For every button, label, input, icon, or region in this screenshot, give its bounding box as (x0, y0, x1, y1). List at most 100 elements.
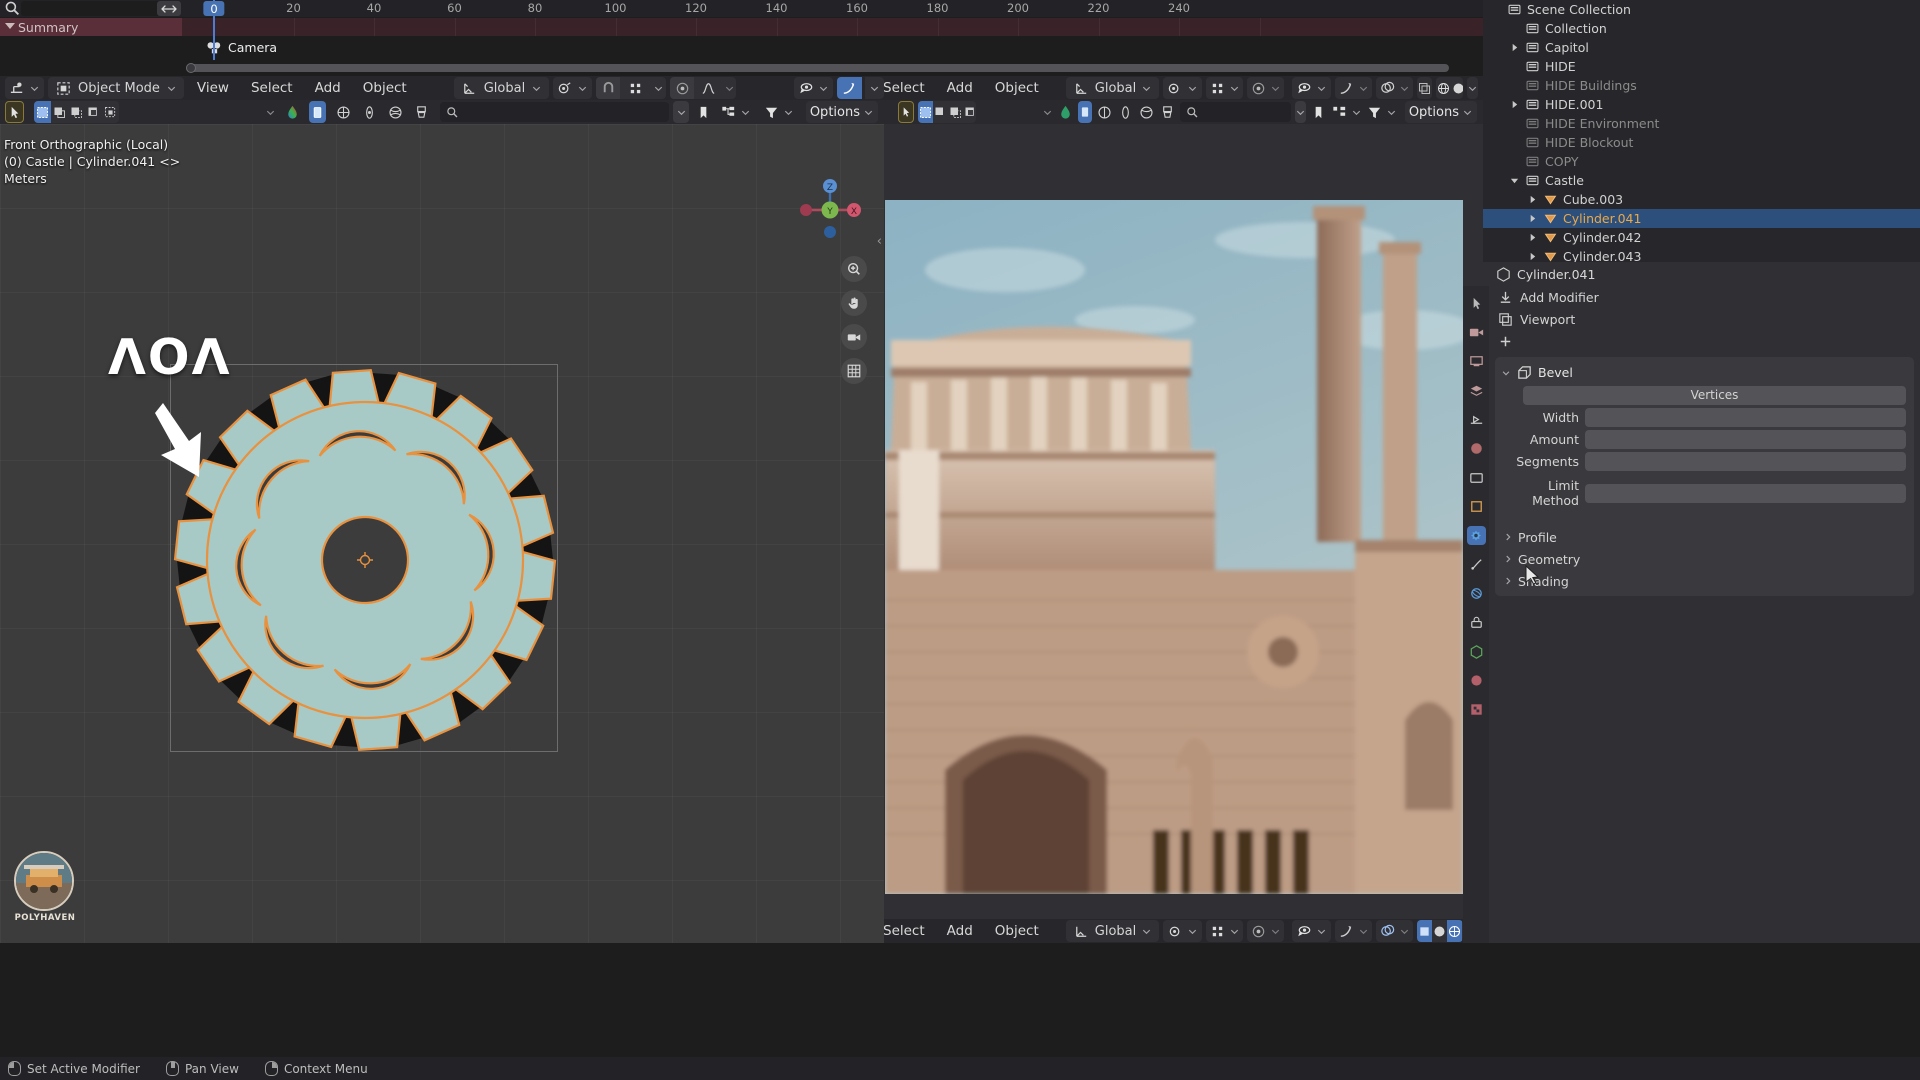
viewport-search-field[interactable] (439, 102, 670, 122)
gizmo-icon[interactable] (1338, 923, 1355, 940)
tab-scene[interactable] (1467, 410, 1486, 429)
chevron-right-icon[interactable] (1527, 252, 1538, 261)
select-mode-extend-right[interactable] (933, 101, 948, 123)
tab-collection[interactable] (1467, 468, 1486, 487)
chevron-down-icon[interactable] (1229, 83, 1240, 94)
physics-icon[interactable] (1117, 104, 1134, 121)
menu-object-right[interactable]: Object (986, 77, 1048, 99)
world-icon[interactable] (335, 104, 352, 121)
proportional-edit-icon[interactable] (1250, 80, 1267, 97)
snap-increment-icon[interactable] (1209, 80, 1226, 97)
modifier-header[interactable]: Bevel (1495, 361, 1914, 384)
color-gradient-icon[interactable] (284, 104, 301, 121)
chevron-down-icon[interactable] (1042, 107, 1053, 118)
editor-type-3d-viewport-icon[interactable] (9, 80, 26, 97)
modifier-field-limit-method[interactable]: Limit Method (1495, 478, 1914, 508)
footer-snapping[interactable] (1206, 920, 1244, 942)
chevron-down-icon[interactable] (577, 83, 588, 94)
search-icon[interactable] (4, 0, 21, 17)
footer-menu-select[interactable]: Select (884, 920, 934, 942)
width-field[interactable] (1585, 407, 1906, 427)
menu-add-right[interactable]: Add (938, 77, 982, 99)
chevron-down-icon[interactable] (1399, 83, 1410, 94)
outliner-row[interactable]: Cylinder.043 (1483, 247, 1920, 262)
add-modifier-row[interactable]: Add Modifier (1489, 286, 1920, 308)
toggle-ortho-grid-icon[interactable] (841, 358, 867, 384)
falloff-curve-icon[interactable] (700, 80, 717, 97)
timeline-horizontal-scrollbar[interactable] (186, 63, 1449, 73)
filter-funnel-group[interactable] (759, 101, 798, 123)
gizmo-group-right[interactable] (1335, 77, 1373, 99)
chevron-down-icon[interactable] (1316, 83, 1327, 94)
select-mode-invert[interactable] (85, 101, 102, 123)
footer-pivot-selector[interactable] (1163, 920, 1203, 942)
chevron-down-icon[interactable] (740, 107, 751, 118)
proportional-edit-icon[interactable] (674, 80, 691, 97)
sidebar-collapse-arrow[interactable]: ‹ (877, 234, 882, 249)
xray-toggle[interactable] (1417, 77, 1433, 99)
footer-menu-object[interactable]: Object (986, 920, 1048, 942)
outliner-row[interactable]: Cube.003 (1483, 190, 1920, 209)
chevron-down-icon[interactable] (1229, 926, 1240, 937)
chevron-down-icon[interactable] (1187, 83, 1198, 94)
tab-physics[interactable] (1467, 584, 1486, 603)
hierarchy-icon[interactable] (1331, 104, 1348, 121)
overlays-group-right[interactable] (1376, 77, 1414, 99)
tab-object[interactable] (1467, 497, 1486, 516)
object-mode-toggle-right[interactable] (1078, 101, 1093, 123)
object-types-visibility-selector[interactable] (794, 77, 833, 99)
chevron-down-icon[interactable] (166, 83, 177, 94)
outliner-editor[interactable]: Scene Collection Collection Capitol HIDE HID… (1483, 0, 1920, 262)
select-mode-set-right[interactable] (918, 101, 933, 123)
chevron-down-icon[interactable] (5, 23, 15, 29)
snap-increment-icon[interactable] (627, 80, 644, 97)
chevron-down-icon[interactable] (1399, 926, 1410, 937)
menu-select-right[interactable]: Select (884, 77, 934, 99)
outliner-row[interactable]: Capitol (1483, 38, 1920, 57)
section-profile[interactable]: Profile (1495, 526, 1914, 548)
pivot-point-icon[interactable] (557, 80, 574, 97)
mode-selector[interactable]: Object Mode (48, 77, 184, 99)
shading-wireframe[interactable] (1436, 77, 1451, 99)
chevron-right-icon[interactable] (1509, 43, 1520, 52)
chevron-down-icon[interactable] (1358, 926, 1369, 937)
footer-gizmo[interactable] (1335, 920, 1373, 942)
shading-solid[interactable] (1451, 77, 1463, 99)
outliner-row[interactable]: Scene Collection (1483, 0, 1920, 19)
gizmo-toggle[interactable] (837, 77, 862, 99)
menu-select[interactable]: Select (242, 77, 302, 99)
gizmo-icon[interactable] (1338, 80, 1355, 97)
tab-particles[interactable] (1467, 555, 1486, 574)
add-modifier-plus-row[interactable] (1489, 330, 1920, 352)
proportional-edit-group-right[interactable] (1247, 77, 1285, 99)
chevron-right-icon[interactable] (1509, 100, 1520, 109)
camera-view-icon[interactable] (841, 324, 867, 350)
filter-funnel-icon[interactable] (1366, 104, 1383, 121)
gizmo-icon[interactable] (841, 80, 858, 97)
chevron-down-icon[interactable] (1187, 926, 1198, 937)
overlays-icon[interactable] (1379, 80, 1396, 97)
scrollbar-handle[interactable] (186, 63, 196, 73)
footer-visibility[interactable] (1292, 920, 1332, 942)
chevron-down-icon[interactable] (531, 83, 542, 94)
chevron-down-icon[interactable] (1501, 368, 1511, 378)
footer-transform-orientation[interactable]: Global (1065, 920, 1160, 942)
tab-modifier[interactable] (1466, 526, 1486, 545)
chevron-down-icon[interactable] (1509, 176, 1520, 185)
outliner-row[interactable]: HIDE (1483, 57, 1920, 76)
gizmo-group[interactable] (837, 77, 884, 99)
select-mode-extend[interactable] (51, 101, 68, 123)
tab-view-layer[interactable] (1467, 381, 1486, 400)
filter-collapse-button[interactable] (673, 101, 689, 123)
chevron-down-icon[interactable] (29, 83, 40, 94)
object-types-visibility-icon[interactable] (1296, 80, 1313, 97)
shading-mode-group[interactable] (1436, 77, 1463, 99)
bookmark-icon[interactable] (695, 104, 712, 121)
snapping-group[interactable] (596, 77, 667, 99)
menu-object[interactable]: Object (354, 77, 416, 99)
physics-icon[interactable] (361, 104, 378, 121)
footer-shading-group[interactable] (1417, 920, 1463, 942)
select-mode-subtract[interactable] (68, 101, 85, 123)
section-shading[interactable]: Shading (1495, 570, 1914, 592)
transform-orientation-selector[interactable]: Global (453, 77, 550, 99)
